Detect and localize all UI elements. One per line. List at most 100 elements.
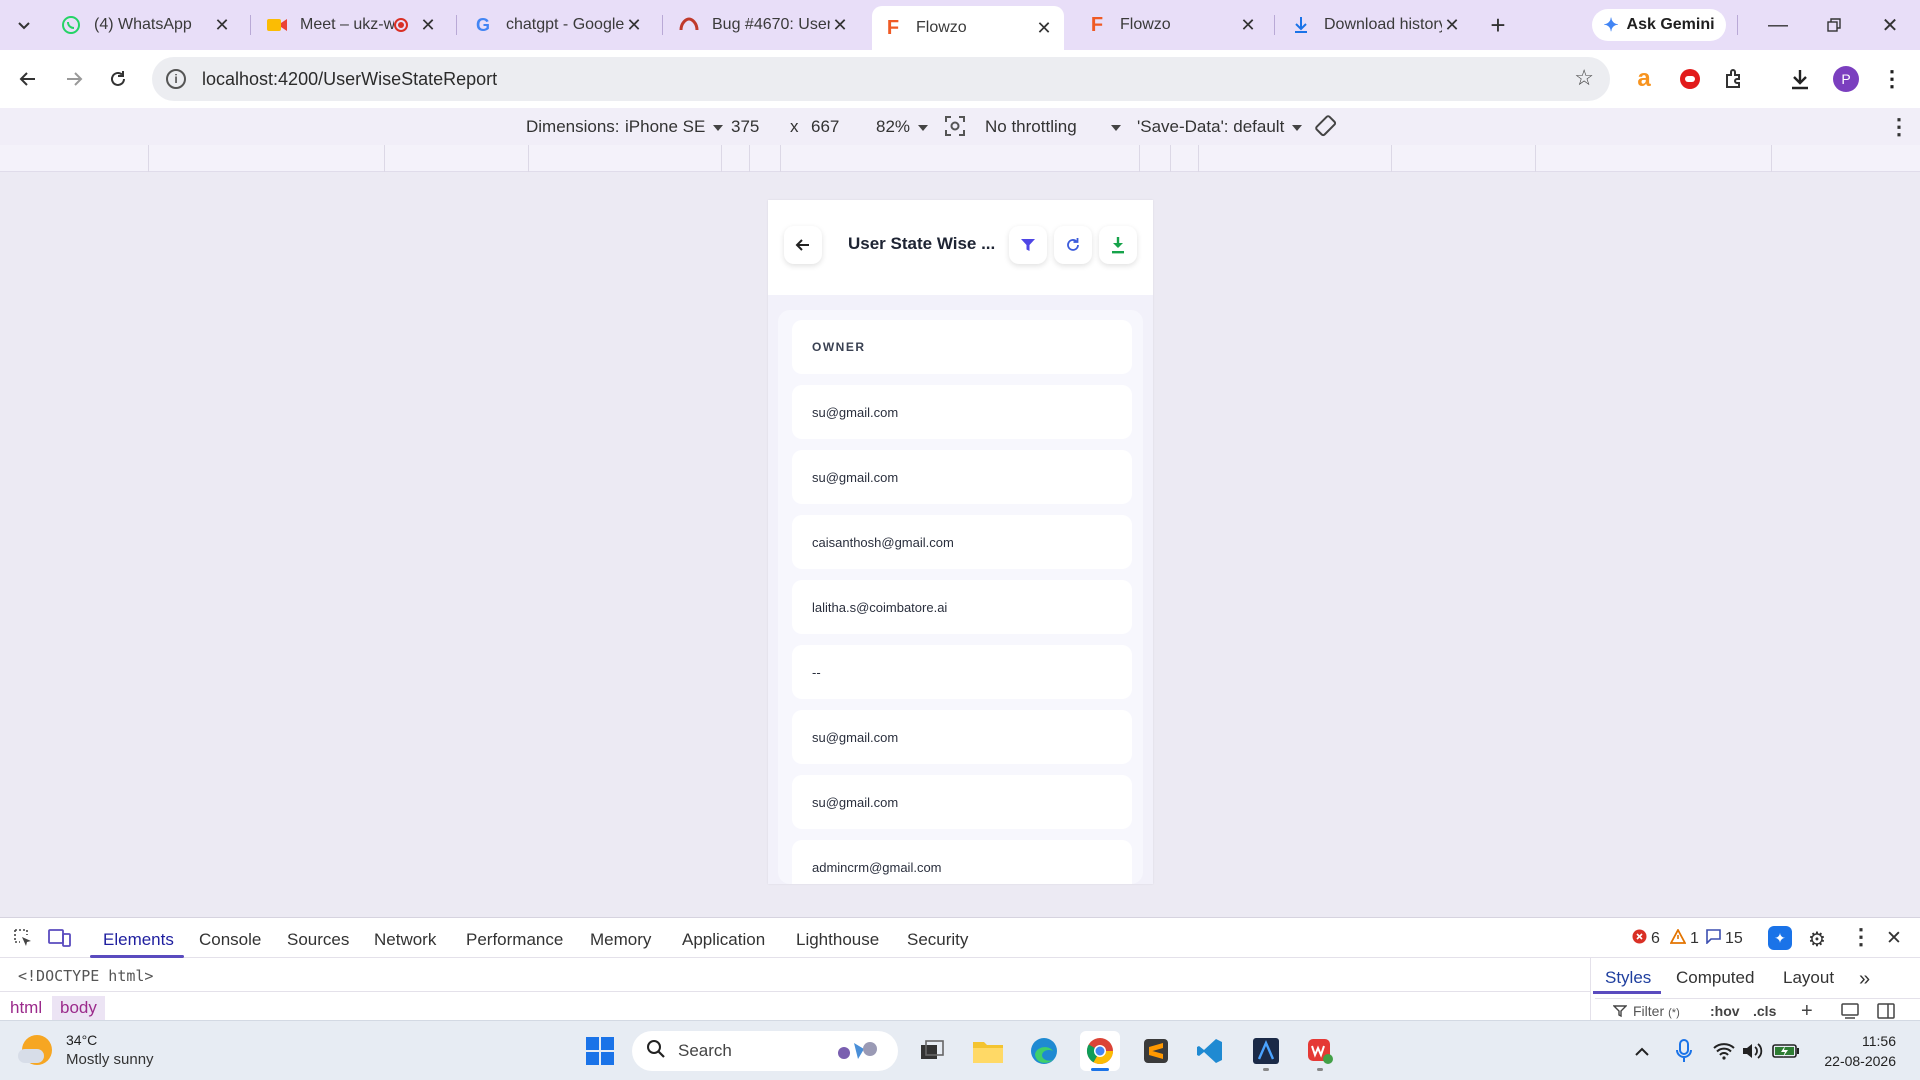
vscode-icon[interactable]	[1190, 1031, 1230, 1071]
height-input[interactable]: 667	[811, 117, 839, 137]
file-explorer-icon[interactable]	[968, 1031, 1008, 1071]
list-item[interactable]: admincrm@gmail.com	[792, 840, 1132, 884]
tab-performance[interactable]: Performance	[466, 930, 563, 950]
tab-computed[interactable]: Computed	[1676, 968, 1754, 988]
tab-network[interactable]: Network	[374, 930, 436, 950]
message-count[interactable]: 15	[1706, 929, 1743, 949]
list-item[interactable]: caisanthosh@gmail.com	[792, 515, 1132, 569]
record-extension-icon[interactable]	[1674, 63, 1706, 95]
device-toggle-icon[interactable]	[48, 927, 72, 954]
task-view-icon[interactable]	[912, 1031, 952, 1071]
list-item[interactable]: su@gmail.com	[792, 775, 1132, 829]
minimize-icon[interactable]: —	[1758, 10, 1798, 40]
cls-toggle[interactable]: .cls	[1753, 1003, 1776, 1019]
breadcrumb-body[interactable]: body	[52, 996, 105, 1020]
tab-flowzo[interactable]: F Flowzo ✕	[1076, 8, 1268, 42]
back-icon[interactable]	[12, 63, 44, 95]
list-item[interactable]: --	[792, 645, 1132, 699]
devtools-tabbar: Elements Console Sources Network Perform…	[0, 918, 1920, 958]
tab-bug[interactable]: Bug #4670: User ✕	[668, 8, 860, 42]
wps-office-icon[interactable]	[1300, 1031, 1340, 1071]
tab-elements[interactable]: Elements	[103, 930, 174, 950]
hov-toggle[interactable]: :hov	[1710, 1003, 1740, 1019]
system-clock[interactable]: 11:56 22-08-2026	[1810, 1031, 1896, 1071]
tab-security[interactable]: Security	[907, 930, 968, 950]
more-tabs-chevron-icon[interactable]: »	[1859, 968, 1870, 991]
battery-charging-icon[interactable]	[1766, 1031, 1806, 1071]
warning-count[interactable]: 1	[1669, 928, 1699, 949]
list-item[interactable]: su@gmail.com	[792, 710, 1132, 764]
forward-icon[interactable]	[58, 63, 90, 95]
tab-lighthouse[interactable]: Lighthouse	[796, 930, 879, 950]
download-button[interactable]	[1099, 226, 1137, 264]
browser-menu-icon[interactable]: ⋮	[1876, 63, 1908, 95]
tab-styles[interactable]: Styles	[1605, 968, 1651, 988]
list-item[interactable]: su@gmail.com	[792, 450, 1132, 504]
error-count[interactable]: 6	[1632, 929, 1660, 949]
edge-browser-icon[interactable]	[1024, 1031, 1064, 1071]
screenshot-icon[interactable]	[944, 115, 966, 142]
back-button[interactable]	[784, 226, 822, 264]
close-devtools-icon[interactable]: ✕	[1886, 927, 1902, 950]
tab-flowzo-active[interactable]: F Flowzo ✕	[872, 6, 1064, 50]
tab-console[interactable]: Console	[199, 930, 261, 950]
close-tab-icon[interactable]: ✕	[212, 15, 232, 36]
downloads-icon[interactable]	[1784, 63, 1816, 95]
list-item[interactable]: lalitha.s@coimbatore.ai	[792, 580, 1132, 634]
ai-assistance-icon[interactable]: ✦	[1768, 926, 1792, 950]
tab-meet[interactable]: Meet – ukz-w ✕	[256, 8, 448, 42]
message-icon	[1706, 929, 1721, 949]
throttling-select[interactable]: No throttling	[985, 117, 1121, 137]
tab-layout[interactable]: Layout	[1783, 968, 1834, 988]
breadcrumb-html[interactable]: html	[2, 996, 50, 1020]
tab-sources[interactable]: Sources	[287, 930, 349, 950]
list-item[interactable]: su@gmail.com	[792, 385, 1132, 439]
devtools-menu-icon[interactable]: ⋮	[1850, 924, 1872, 950]
terminal-app-icon[interactable]	[1246, 1031, 1286, 1071]
tab-application[interactable]: Application	[682, 930, 765, 950]
close-tab-icon[interactable]: ✕	[418, 15, 438, 36]
save-data-select[interactable]: 'Save-Data': default	[1137, 117, 1303, 137]
width-input[interactable]: 375	[731, 117, 759, 137]
address-bar[interactable]: i localhost:4200/UserWiseStateReport ☆	[152, 57, 1610, 101]
chrome-browser-icon[interactable]	[1080, 1031, 1120, 1071]
settings-gear-icon[interactable]: ⚙	[1808, 927, 1826, 952]
zoom-select[interactable]: 82%	[876, 117, 929, 137]
tab-whatsapp[interactable]: (4) WhatsApp ✕	[50, 8, 242, 42]
styles-filter-row: Filter (*) :hov .cls +	[1595, 998, 1920, 1022]
close-window-icon[interactable]: ✕	[1870, 10, 1910, 40]
start-windows-icon[interactable]	[580, 1031, 620, 1071]
close-tab-icon[interactable]: ✕	[1442, 15, 1462, 36]
sublime-text-icon[interactable]	[1136, 1031, 1176, 1071]
show-hidden-icons-chevron-icon[interactable]	[1622, 1031, 1662, 1071]
amazon-extension-icon[interactable]: a	[1628, 63, 1660, 95]
ask-gemini-button[interactable]: ✦ Ask Gemini	[1592, 9, 1726, 41]
filter-input[interactable]: Filter (*)	[1633, 1003, 1680, 1019]
device-select[interactable]: iPhone SE	[625, 117, 724, 137]
profile-avatar[interactable]: P	[1830, 63, 1862, 95]
close-tab-icon[interactable]: ✕	[624, 15, 644, 36]
refresh-button[interactable]	[1054, 226, 1092, 264]
inspect-element-icon[interactable]	[12, 927, 34, 954]
restore-icon[interactable]	[1814, 10, 1854, 40]
owner-list: OWNER su@gmail.com su@gmail.com caisanth…	[778, 310, 1143, 884]
close-tab-icon[interactable]: ✕	[830, 15, 850, 36]
weather-widget[interactable]: 34°C Mostly sunny	[18, 1031, 154, 1069]
site-info-icon[interactable]: i	[166, 69, 186, 89]
microphone-icon[interactable]	[1664, 1031, 1704, 1071]
device-toolbar-menu-icon[interactable]: ⋮	[1888, 114, 1910, 140]
tab-search-chevron-icon[interactable]	[8, 9, 40, 41]
tab-download-history[interactable]: Download history ✕	[1280, 8, 1472, 42]
filter-button[interactable]	[1009, 226, 1047, 264]
close-tab-icon[interactable]: ✕	[1238, 15, 1258, 36]
reload-icon[interactable]	[102, 63, 134, 95]
close-tab-icon[interactable]: ✕	[1034, 18, 1054, 39]
taskbar-search[interactable]: Search	[632, 1031, 898, 1071]
rotate-icon[interactable]	[1314, 114, 1338, 143]
new-tab-icon[interactable]: +	[1482, 9, 1514, 41]
tab-memory[interactable]: Memory	[590, 930, 651, 950]
doctype-node[interactable]: <!DOCTYPE html>	[18, 967, 153, 985]
extensions-puzzle-icon[interactable]	[1718, 63, 1750, 95]
tab-google-search[interactable]: G chatgpt - Google ✕	[462, 8, 654, 42]
bookmark-star-icon[interactable]: ☆	[1574, 65, 1594, 91]
